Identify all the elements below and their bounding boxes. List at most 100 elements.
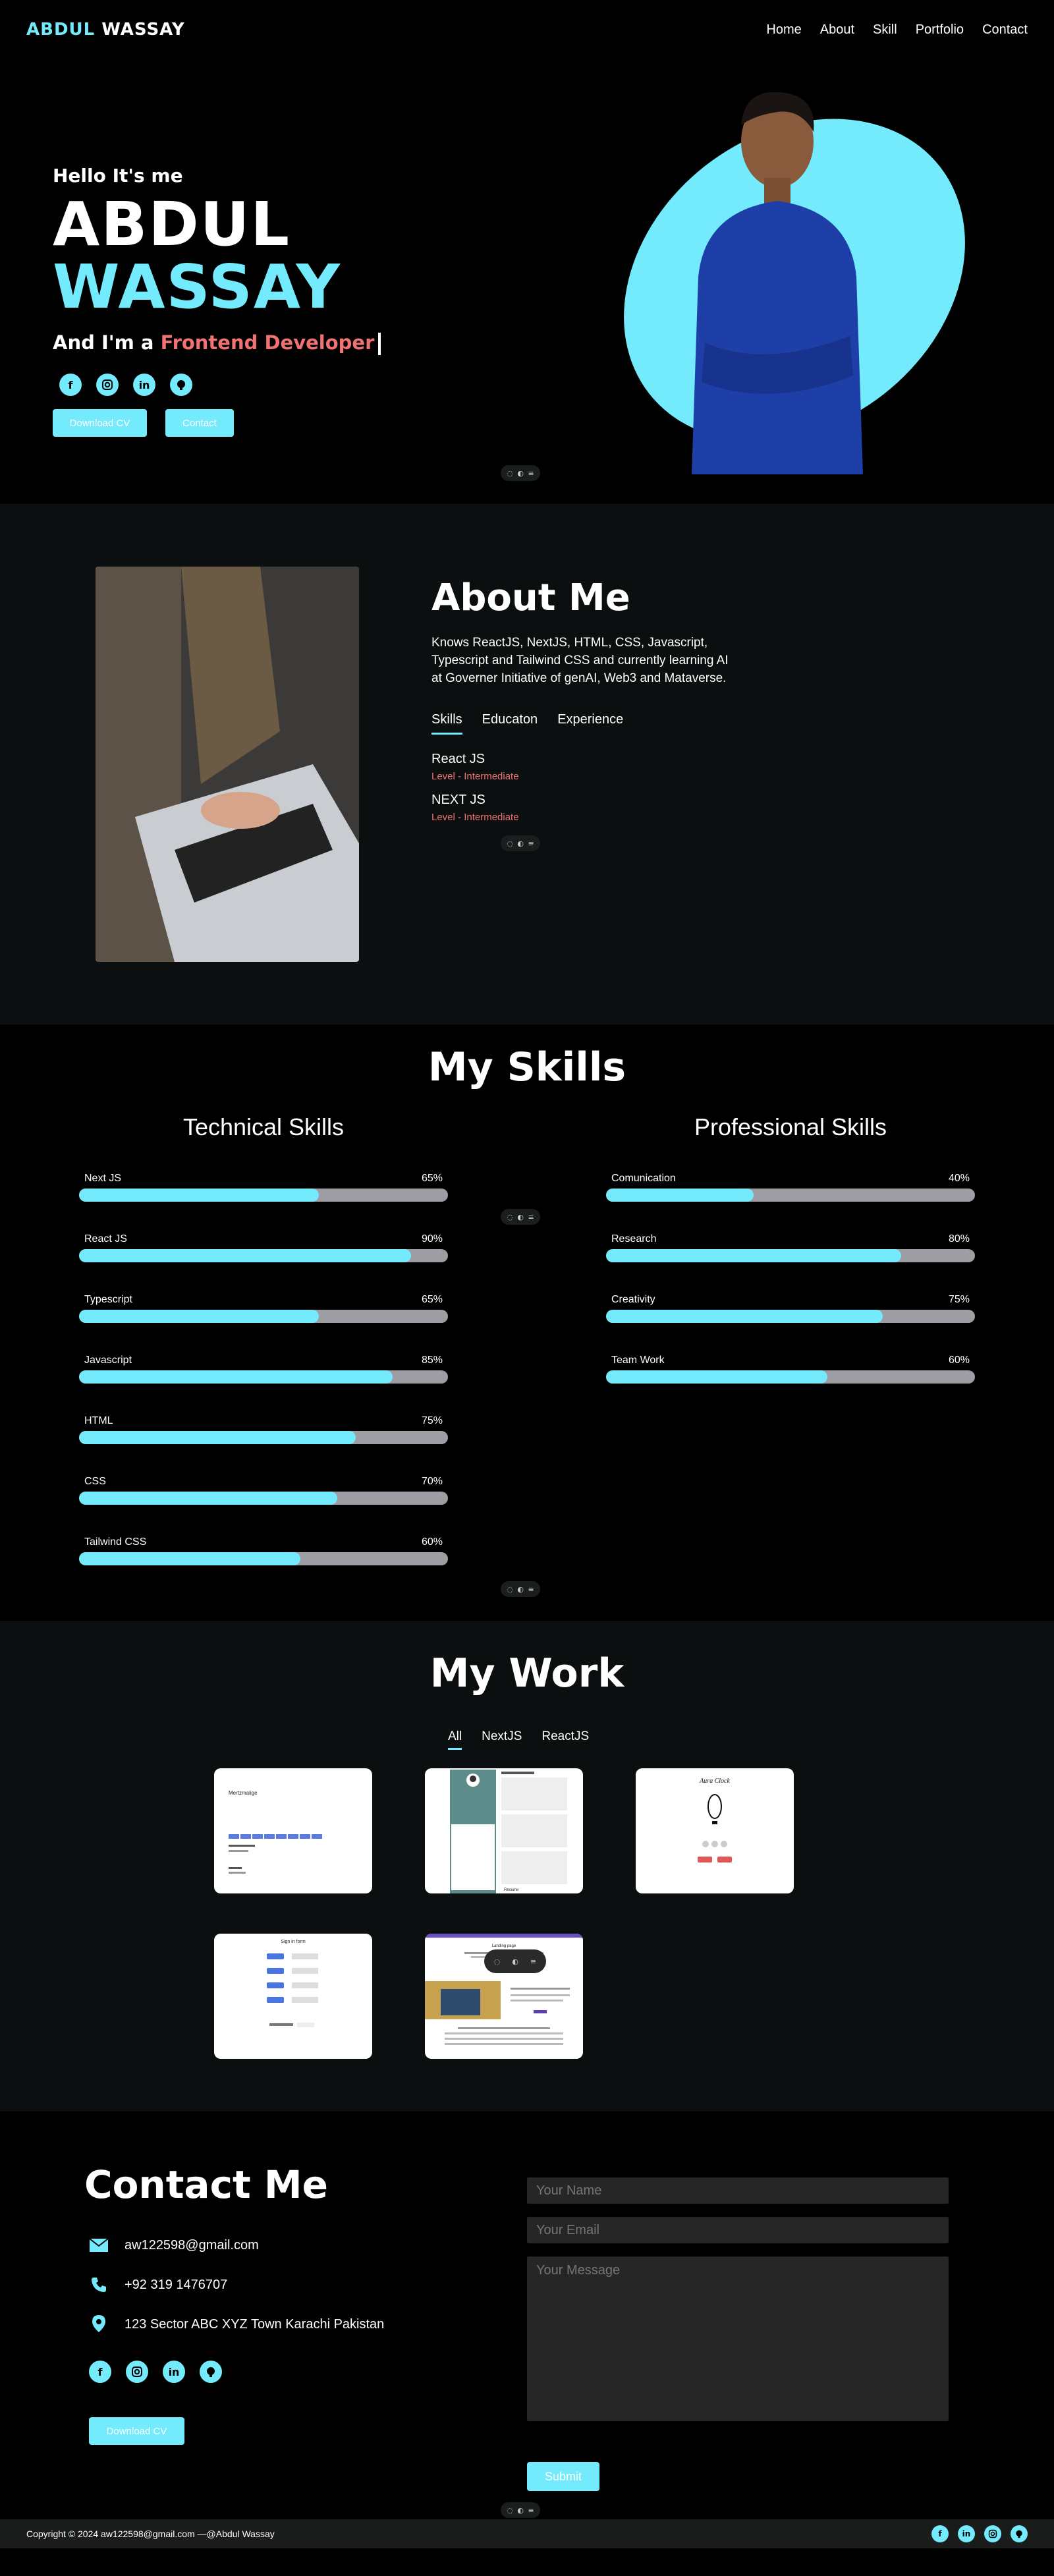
instagram-icon[interactable] (96, 374, 119, 396)
facebook-icon[interactable]: f (931, 2525, 949, 2542)
skill-level: Level - Intermediate (431, 771, 519, 782)
sparkle-icon[interactable]: ◐ (517, 839, 524, 848)
skill-bar-fill (79, 1249, 411, 1262)
sparkle-icon[interactable]: ◐ (517, 1213, 524, 1221)
skill-bar-percent: 85% (421, 1355, 443, 1366)
contact-socials: f in (89, 2361, 222, 2383)
skill-bar-percent: 80% (948, 1233, 970, 1245)
nav-link-skill[interactable]: Skill (873, 22, 897, 38)
github-icon[interactable] (200, 2361, 222, 2383)
comment-icon[interactable]: ◌ (507, 2506, 513, 2515)
skill-bar-label-row: React JS 90% (79, 1233, 448, 1245)
sparkle-icon[interactable]: ◐ (517, 2506, 524, 2515)
nav-link-about[interactable]: About (820, 22, 854, 38)
tab-experience[interactable]: Experience (557, 712, 623, 735)
skill-bar-row: Creativity 75% (606, 1294, 975, 1323)
contact-phone: +92 319 1476707 (89, 2275, 227, 2295)
contact-title: Contact Me (84, 2162, 328, 2207)
skill-bar-label-row: Comunication 40% (606, 1173, 975, 1185)
skill-bar-percent: 90% (421, 1233, 443, 1245)
instagram-icon[interactable] (126, 2361, 148, 2383)
skill-bar-label-row: Creativity 75% (606, 1294, 975, 1306)
skill-bar-name: Creativity (611, 1294, 655, 1305)
hero-intro: Hello It's me ABDUL WASSAY And I'm a Fro… (53, 165, 381, 437)
instagram-icon[interactable] (984, 2525, 1001, 2542)
linkedin-icon[interactable]: in (958, 2525, 975, 2542)
navbar: ABDUL WASSAY Home About Skill Portfolio … (0, 0, 1054, 59)
contact-button[interactable]: Contact (165, 409, 234, 437)
skill-bar-label-row: Typescript 65% (79, 1294, 448, 1306)
skill-bar-percent: 65% (421, 1173, 443, 1184)
download-cv-button[interactable]: Download CV (53, 409, 147, 437)
project-card[interactable]: Sign in form (214, 1934, 372, 2059)
hero-greeting: Hello It's me (53, 165, 183, 186)
comment-icon[interactable]: ◌ (507, 1213, 513, 1221)
nav-link-portfolio[interactable]: Portfolio (916, 22, 964, 38)
menu-icon[interactable]: ≡ (528, 2506, 534, 2515)
project-card[interactable]: Mertzmalige (214, 1768, 372, 1893)
about-text: Knows ReactJS, NextJS, HTML, CSS, Javasc… (431, 636, 729, 685)
github-icon[interactable] (1011, 2525, 1028, 2542)
comment-icon[interactable]: ◌ (507, 839, 513, 848)
contact-section: Contact Me aw122598@gmail.com +92 319 14… (0, 2112, 1054, 2548)
skill-bar-percent: 60% (948, 1355, 970, 1366)
skill-bar-row: HTML 75% (79, 1415, 448, 1444)
skill-bar-label-row: Research 80% (606, 1233, 975, 1245)
sparkle-icon[interactable]: ◐ (517, 469, 524, 478)
skill-bar-fill (606, 1189, 754, 1202)
contact-address: 123 Sector ABC XYZ Town Karachi Pakistan (89, 2314, 384, 2334)
linkedin-icon[interactable]: in (163, 2361, 185, 2383)
facebook-icon[interactable]: f (89, 2361, 111, 2383)
menu-icon[interactable]: ≡ (528, 469, 534, 478)
message-textarea[interactable] (527, 2256, 949, 2421)
site-logo[interactable]: ABDUL WASSAY (26, 20, 185, 40)
work-filters: All NextJS ReactJS (448, 1729, 589, 1750)
skill-bar-track (606, 1249, 975, 1262)
sparkle-icon[interactable]: ◐ (512, 1957, 518, 1966)
typing-cursor (378, 333, 381, 355)
comment-icon[interactable]: ◌ (494, 1957, 501, 1966)
contact-phone-text[interactable]: +92 319 1476707 (125, 2278, 227, 2293)
skill-bar-track (79, 1431, 448, 1444)
tab-education[interactable]: Educaton (482, 712, 538, 735)
floating-toolbar: ◌ ◐ ≡ (501, 1209, 540, 1225)
filter-all[interactable]: All (448, 1729, 462, 1750)
project-card[interactable]: Aura Clock (636, 1768, 794, 1893)
menu-icon[interactable]: ≡ (528, 839, 534, 848)
menu-icon[interactable]: ≡ (530, 1957, 536, 1966)
nav-link-contact[interactable]: Contact (982, 22, 1028, 38)
skill-name: NEXT JS (431, 793, 485, 807)
submit-button[interactable]: Submit (527, 2462, 599, 2491)
filter-reactjs[interactable]: ReactJS (541, 1729, 589, 1750)
skill-bar-fill (79, 1310, 319, 1323)
github-icon[interactable] (170, 374, 192, 396)
filter-nextjs[interactable]: NextJS (482, 1729, 522, 1750)
tab-skills[interactable]: Skills (431, 712, 462, 735)
sparkle-icon[interactable]: ◐ (517, 1585, 524, 1594)
skill-bar-track (606, 1189, 975, 1202)
skill-bar-label-row: Team Work 60% (606, 1355, 975, 1366)
linkedin-icon[interactable]: in (133, 374, 155, 396)
comment-icon[interactable]: ◌ (507, 1585, 513, 1594)
skill-bar-row: Javascript 85% (79, 1355, 448, 1384)
skill-bar-track (79, 1310, 448, 1323)
comment-icon[interactable]: ◌ (507, 469, 513, 478)
name-input[interactable] (527, 2177, 949, 2204)
menu-icon[interactable]: ≡ (528, 1585, 534, 1594)
email-input[interactable] (527, 2217, 949, 2243)
contact-download-cv-button[interactable]: Download CV (89, 2417, 184, 2445)
project-card[interactable]: Resume (425, 1768, 583, 1893)
skill-bar-track (79, 1370, 448, 1384)
skill-bar-percent: 65% (421, 1294, 443, 1305)
facebook-icon[interactable]: f (59, 374, 82, 396)
about-skill-item: NEXT JS Level - Intermediate (431, 793, 741, 823)
work-title: My Work (430, 1650, 624, 1696)
menu-icon[interactable]: ≡ (528, 1213, 534, 1221)
skill-bar-fill (606, 1370, 827, 1384)
skill-bar-row: Tailwind CSS 60% (79, 1536, 448, 1565)
contact-email-text[interactable]: aw122598@gmail.com (125, 2238, 259, 2253)
nav-link-home[interactable]: Home (766, 22, 801, 38)
project-card-title: Aura Clock (699, 1778, 730, 1785)
skill-bar-percent: 70% (421, 1476, 443, 1487)
about-tabs: Skills Educaton Experience (431, 712, 741, 735)
